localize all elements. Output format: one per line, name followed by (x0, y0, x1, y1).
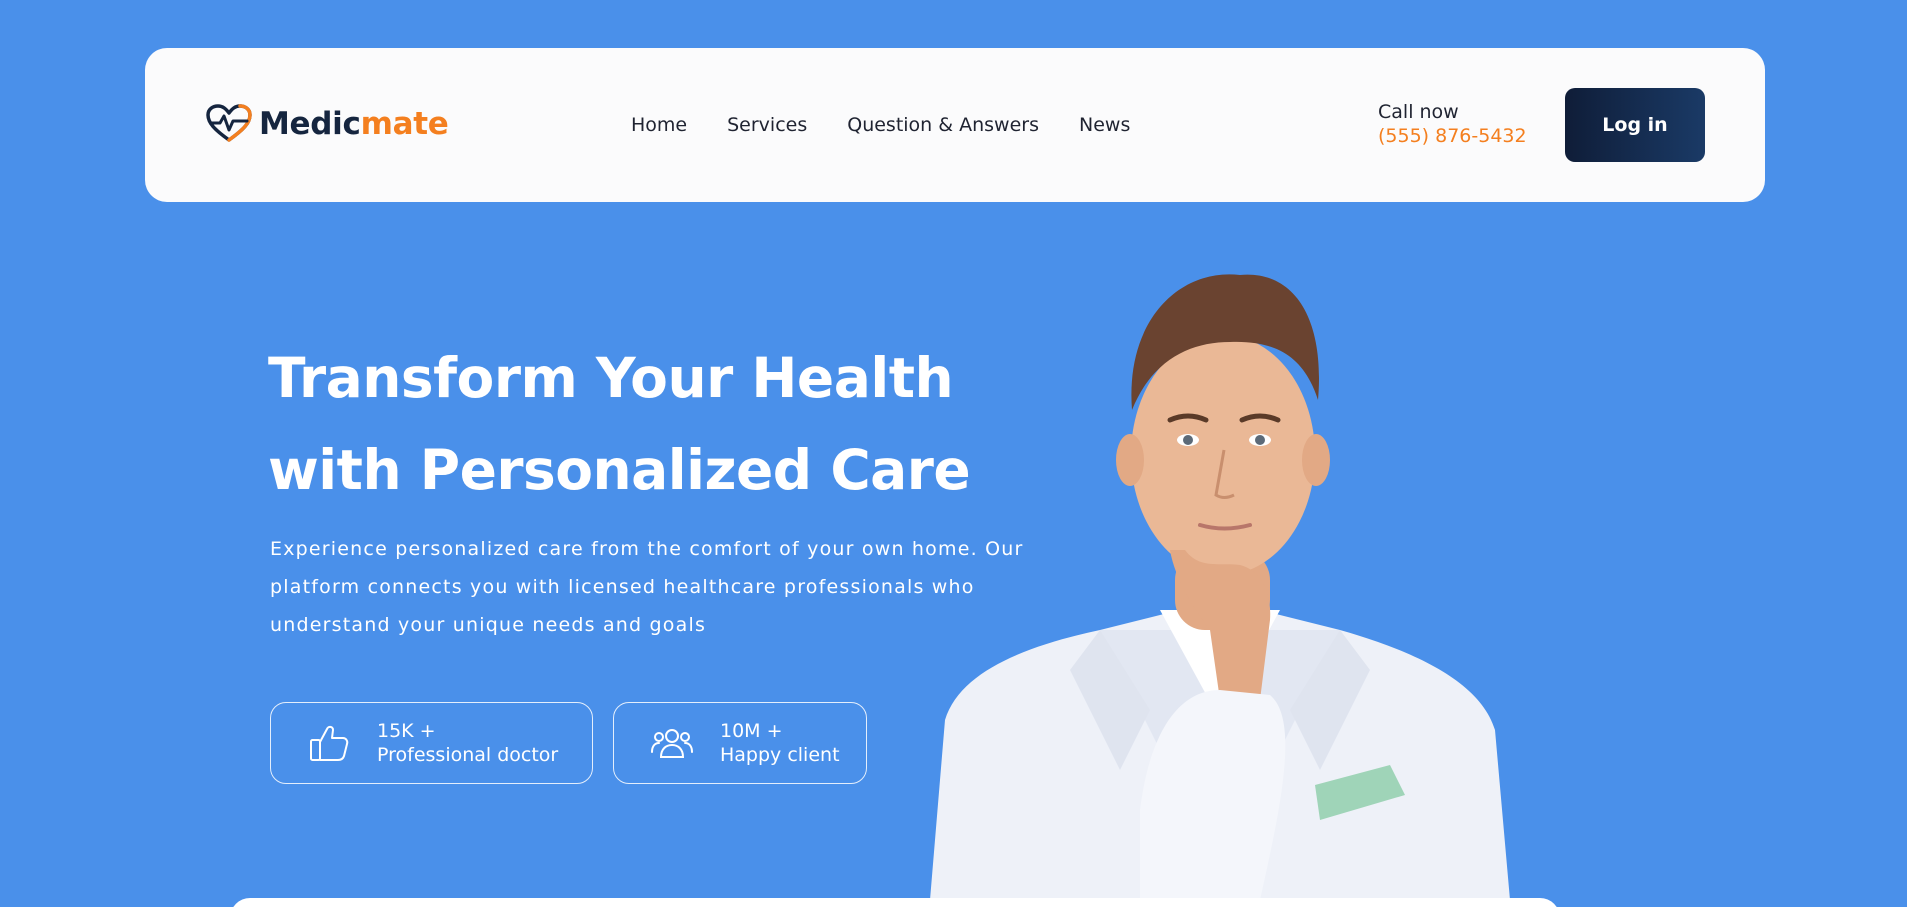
stat-clients: 10M + Happy client (613, 702, 867, 784)
nav-item-news[interactable]: News (1079, 114, 1130, 136)
hero-title: Transform Your Health with Personalized … (268, 332, 1028, 516)
call-now-block: Call now (555) 876-5432 (1378, 100, 1527, 148)
stat-doctors-value: 15K + (377, 720, 436, 742)
hero-title-line2: with Personalized Care (268, 438, 971, 502)
heart-pulse-icon (206, 104, 252, 142)
thumbs-up-icon (310, 725, 349, 761)
main-nav: Home Services Question & Answers News (631, 112, 1130, 138)
stat-clients-label: Happy client (720, 744, 840, 766)
call-now-label: Call now (1378, 101, 1459, 123)
nav-item-services[interactable]: Services (727, 114, 807, 136)
header-navbar: Medicmate Home Services Question & Answe… (145, 48, 1765, 202)
stat-doctors: 15K + Professional doctor (270, 702, 593, 784)
landing-page: Medicmate Home Services Question & Answe… (0, 0, 1907, 907)
nav-item-home[interactable]: Home (631, 114, 687, 136)
content-card-edge (230, 898, 1560, 907)
stat-doctors-label: Professional doctor (377, 744, 559, 766)
brand-name-part1: Medic (259, 106, 361, 142)
stat-doctors-text: 15K + Professional doctor (377, 719, 558, 767)
hero-title-line1: Transform Your Health (268, 346, 954, 410)
stat-clients-value: 10M + (720, 720, 783, 742)
brand-logo[interactable]: Medicmate (205, 104, 449, 144)
nav-item-question-answers[interactable]: Question & Answers (847, 114, 1039, 136)
brand-name: Medicmate (259, 106, 449, 142)
users-icon (651, 729, 693, 758)
brand-name-part2: mate (360, 106, 449, 142)
login-button[interactable]: Log in (1565, 88, 1705, 162)
phone-number-link[interactable]: (555) 876-5432 (1378, 124, 1527, 148)
stat-clients-text: 10M + Happy client (720, 719, 840, 767)
doctor-portrait-image (920, 250, 1520, 900)
